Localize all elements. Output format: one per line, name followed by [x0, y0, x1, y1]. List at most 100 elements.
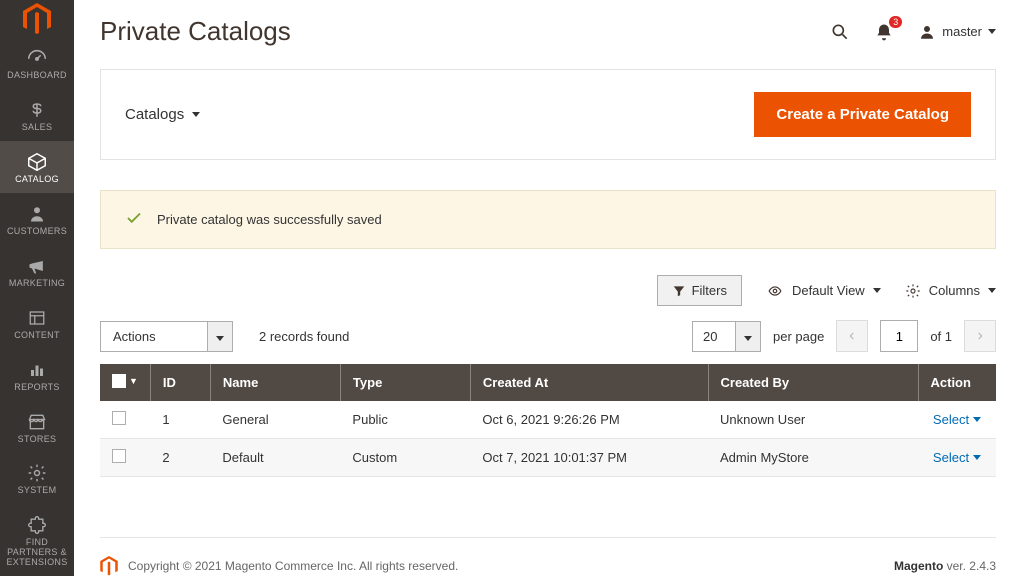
- nav-marketing[interactable]: MARKETING: [0, 245, 74, 297]
- nav-label: REPORTS: [14, 383, 59, 393]
- col-name[interactable]: Name: [210, 364, 340, 401]
- nav-sales[interactable]: SALES: [0, 89, 74, 141]
- table-row: 2 Default Custom Oct 7, 2021 10:01:37 PM…: [100, 439, 996, 477]
- nav-label: CATALOG: [15, 175, 59, 185]
- table-row: 1 General Public Oct 6, 2021 9:26:26 PM …: [100, 401, 996, 439]
- chevron-down-icon: [973, 417, 981, 422]
- chevron-down-icon: [208, 321, 233, 352]
- col-created-at[interactable]: Created At: [470, 364, 708, 401]
- page-total: of 1: [930, 329, 952, 344]
- actions-dropdown[interactable]: Actions: [100, 321, 233, 352]
- row-select-dropdown[interactable]: Select: [933, 450, 981, 465]
- page-input[interactable]: [880, 320, 918, 352]
- admin-sidebar: DASHBOARD SALES CATALOG CUSTOMERS MARKET…: [0, 0, 74, 576]
- chevron-down-icon: [192, 112, 200, 117]
- view-label: Default View: [792, 283, 865, 298]
- nav-label: MARKETING: [9, 279, 65, 289]
- col-checkbox[interactable]: ▼: [100, 364, 150, 401]
- cell-created-at: Oct 7, 2021 10:01:37 PM: [470, 439, 708, 477]
- nav-content[interactable]: CONTENT: [0, 297, 74, 349]
- puzzle-icon: [25, 514, 49, 536]
- nav-customers[interactable]: CUSTOMERS: [0, 193, 74, 245]
- records-found: 2 records found: [259, 329, 349, 344]
- cell-type: Custom: [340, 439, 470, 477]
- gear-icon: [25, 462, 49, 484]
- col-action[interactable]: Action: [918, 364, 996, 401]
- row-checkbox[interactable]: [112, 449, 126, 463]
- actions-label: Actions: [100, 321, 208, 352]
- per-page-dropdown[interactable]: 20: [692, 321, 761, 352]
- gear-icon: [905, 283, 921, 299]
- nav-label: CUSTOMERS: [7, 227, 67, 237]
- funnel-icon: [672, 284, 686, 298]
- filters-button[interactable]: Filters: [657, 275, 742, 306]
- col-type[interactable]: Type: [340, 364, 470, 401]
- next-page-button[interactable]: [964, 320, 996, 352]
- notifications-badge: 3: [889, 16, 902, 28]
- nav-system[interactable]: SYSTEM: [0, 452, 74, 504]
- main-content: Private Catalogs 3 master Catalogs Creat…: [74, 0, 1024, 576]
- catalogs-dropdown[interactable]: Catalogs: [125, 106, 200, 123]
- user-name: master: [942, 24, 982, 39]
- view-dropdown[interactable]: Default View: [766, 283, 881, 298]
- pager: 20 per page of 1: [692, 320, 996, 352]
- col-id[interactable]: ID: [150, 364, 210, 401]
- user-menu[interactable]: master: [918, 23, 996, 41]
- check-icon: [125, 209, 143, 230]
- cell-id: 2: [150, 439, 210, 477]
- chevron-down-icon: [988, 288, 996, 293]
- chevron-down-icon: [736, 321, 761, 352]
- prev-page-button[interactable]: [836, 320, 868, 352]
- chevron-down-icon: [873, 288, 881, 293]
- catalogs-grid: ▼ ID Name Type Created At Created By Act…: [100, 364, 996, 477]
- version: Magento ver. 2.4.3: [734, 556, 996, 576]
- magento-logo[interactable]: [0, 0, 74, 37]
- megaphone-icon: [25, 255, 49, 277]
- grid-controls-bottom: Actions 2 records found 20 per page of 1: [100, 320, 996, 352]
- cell-type: Public: [340, 401, 470, 439]
- columns-dropdown[interactable]: Columns: [905, 283, 996, 299]
- grid-controls-top: Filters Default View Columns: [100, 275, 996, 306]
- nav-label: SYSTEM: [18, 486, 57, 496]
- page-footer: Copyright © 2021 Magento Commerce Inc. A…: [100, 537, 996, 576]
- layout-icon: [25, 307, 49, 329]
- col-created-by[interactable]: Created By: [708, 364, 918, 401]
- cell-name: General: [210, 401, 340, 439]
- nav-catalog[interactable]: CATALOG: [0, 141, 74, 193]
- nav-label: FIND PARTNERS & EXTENSIONS: [0, 538, 74, 568]
- create-private-catalog-button[interactable]: Create a Private Catalog: [754, 92, 971, 137]
- cell-name: Default: [210, 439, 340, 477]
- catalogs-label: Catalogs: [125, 106, 184, 123]
- gauge-icon: [25, 47, 49, 69]
- dollar-icon: [25, 99, 49, 121]
- nav-label: DASHBOARD: [7, 71, 67, 81]
- nav-reports[interactable]: REPORTS: [0, 349, 74, 401]
- columns-label: Columns: [929, 283, 980, 298]
- cell-id: 1: [150, 401, 210, 439]
- page-title: Private Catalogs: [100, 16, 291, 47]
- eye-icon: [766, 284, 784, 298]
- row-checkbox[interactable]: [112, 411, 126, 425]
- row-select-dropdown[interactable]: Select: [933, 412, 981, 427]
- per-page-label: per page: [773, 329, 824, 344]
- search-icon[interactable]: [830, 22, 850, 42]
- nav-dashboard[interactable]: DASHBOARD: [0, 37, 74, 89]
- grid-header-row: ▼ ID Name Type Created At Created By Act…: [100, 364, 996, 401]
- cell-created-by: Unknown User: [708, 401, 918, 439]
- chevron-down-icon: [988, 29, 996, 34]
- magento-logo-small: [100, 556, 118, 576]
- bars-icon: [25, 359, 49, 381]
- page-toolbar: Catalogs Create a Private Catalog: [100, 69, 996, 160]
- box-icon: [25, 151, 49, 173]
- cell-created-at: Oct 6, 2021 9:26:26 PM: [470, 401, 708, 439]
- notifications-icon[interactable]: 3: [874, 22, 894, 42]
- store-icon: [25, 411, 49, 433]
- nav-find-partners[interactable]: FIND PARTNERS & EXTENSIONS: [0, 504, 74, 576]
- cell-created-by: Admin MyStore: [708, 439, 918, 477]
- chevron-down-icon: [973, 455, 981, 460]
- nav-stores[interactable]: STORES: [0, 401, 74, 453]
- copyright: Copyright © 2021 Magento Commerce Inc. A…: [128, 559, 458, 573]
- per-page-value: 20: [692, 321, 736, 352]
- header-actions: 3 master: [830, 22, 996, 42]
- success-message: Private catalog was successfully saved: [100, 190, 996, 249]
